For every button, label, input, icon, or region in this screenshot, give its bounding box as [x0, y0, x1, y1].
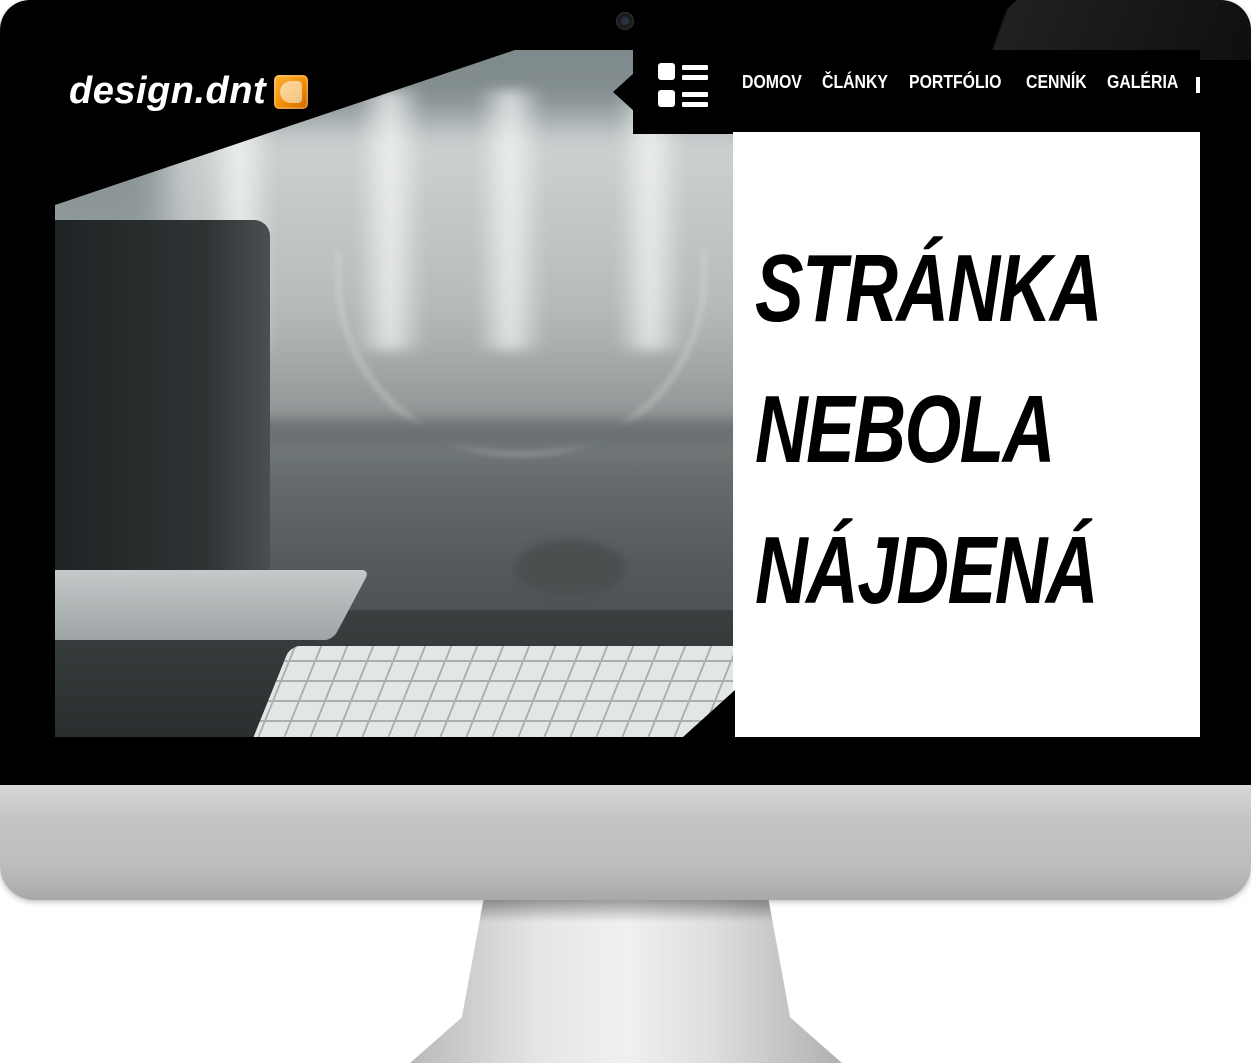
laptop-screen-shape — [55, 220, 270, 620]
nav-items: DOMOV ČLÁNKY PORTFÓLIO CENNÍK GALÉRIA — [742, 72, 1180, 93]
main-nav: DOMOV ČLÁNKY PORTFÓLIO CENNÍK GALÉRIA — [633, 50, 1200, 134]
keyboard-shape — [249, 646, 771, 740]
error-panel: STRÁNKA NEBOLA NÁJDENÁ — [733, 132, 1200, 737]
nav-item-domov[interactable]: DOMOV — [742, 72, 802, 93]
nav-item-portfolio[interactable]: PORTFÓLIO — [909, 72, 1001, 93]
nav-item-clanky[interactable]: ČLÁNKY — [822, 72, 888, 93]
error-line-1: STRÁNKA — [755, 235, 1103, 342]
nav-item-galeria[interactable]: GALÉRIA — [1107, 72, 1178, 93]
monitor-bezel: design.dnt DOMOV ČLÁNKY PORTFÓLIO CENNÍK… — [0, 0, 1251, 785]
website-screen: design.dnt DOMOV ČLÁNKY PORTFÓLIO CENNÍK… — [55, 50, 1200, 740]
monitor-chin — [0, 785, 1251, 900]
nav-overflow-item[interactable] — [1196, 77, 1200, 93]
screen-bottom-edge — [55, 737, 1200, 740]
screen-bottom-highlight — [975, 735, 1200, 737]
d-logo-icon — [274, 74, 309, 109]
monitor-stand — [410, 900, 842, 1063]
logo-text: design.dnt — [69, 70, 267, 112]
error-message: STRÁNKA NEBOLA NÁJDENÁ — [755, 218, 1103, 641]
bowl-shape — [515, 540, 625, 595]
error-line-3: NÁJDENÁ — [755, 517, 1099, 624]
imac-frame: design.dnt DOMOV ČLÁNKY PORTFÓLIO CENNÍK… — [0, 0, 1251, 900]
grid-list-icon[interactable] — [658, 63, 710, 111]
nav-item-cennik[interactable]: CENNÍK — [1026, 72, 1087, 93]
site-logo[interactable]: design.dnt — [69, 70, 309, 113]
webcam-icon — [616, 12, 634, 30]
laptop-base-shape — [55, 570, 371, 640]
error-line-2: NEBOLA — [755, 376, 1055, 483]
stand-shadow — [479, 900, 773, 922]
